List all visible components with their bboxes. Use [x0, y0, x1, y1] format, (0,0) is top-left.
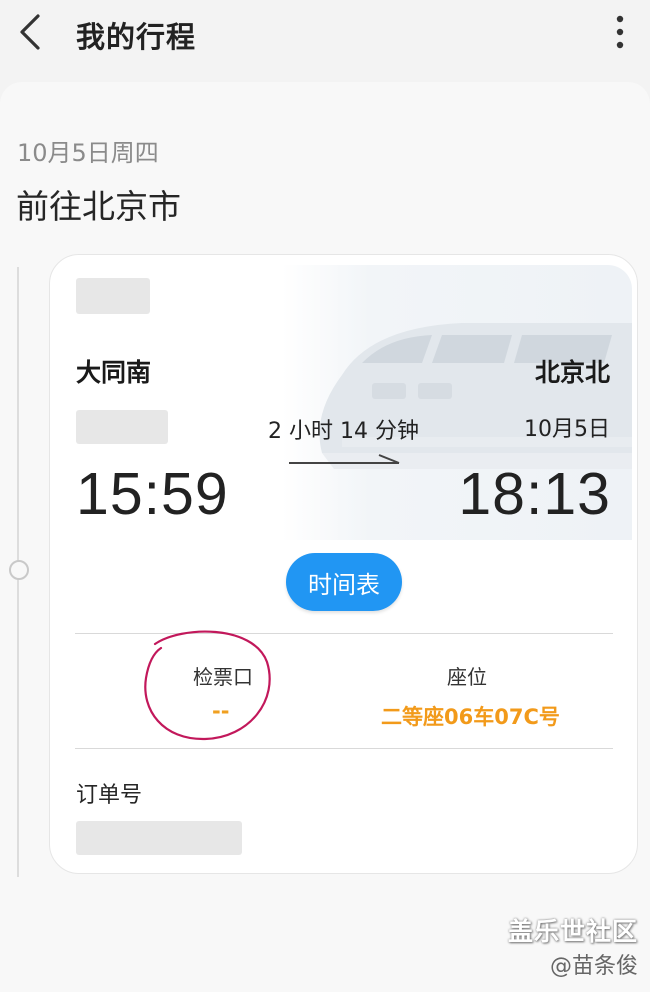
timeline-dot [9, 560, 29, 580]
seat-label: 座位 [447, 665, 487, 689]
seat-value: 二等座06车07C号 [381, 705, 560, 729]
departure-station: 大同南 [76, 358, 152, 387]
trip-date: 10月5日周四 [17, 139, 159, 167]
order-number-redacted [76, 821, 242, 855]
more-options-button[interactable] [600, 10, 640, 54]
more-vertical-icon [616, 15, 624, 49]
ticket-gate-value: -- [212, 699, 230, 723]
arrival-date: 10月5日 [524, 417, 610, 442]
timetable-button[interactable]: 时间表 [286, 553, 402, 611]
ticket-gate-label: 检票口 [193, 665, 253, 689]
top-bar: 我的行程 [0, 0, 650, 66]
trip-destination: 前往北京市 [16, 187, 181, 226]
trip-duration: 2 小时 14 分钟 [268, 419, 419, 444]
divider-bottom [75, 748, 613, 749]
arrow-right-icon [289, 454, 400, 464]
back-button[interactable] [10, 10, 50, 54]
train-number-redacted [76, 278, 150, 314]
order-number-label: 订单号 [76, 783, 143, 808]
watermark-author: @苗条俊 [549, 954, 638, 979]
app-screen: 我的行程 10月5日周四 前往北京市 大同南 北京北 2 小时 14 分钟 10… [0, 0, 650, 992]
watermark-brand: 盖乐世社区 [507, 917, 638, 946]
arrival-time: 18:13 [458, 461, 611, 527]
chevron-left-icon [20, 14, 40, 50]
depart-date-redacted [76, 410, 168, 444]
train-ticket-card[interactable]: 大同南 北京北 2 小时 14 分钟 10月5日 15:59 18:13 时间表… [49, 254, 638, 874]
page-title: 我的行程 [76, 20, 197, 54]
departure-time: 15:59 [76, 461, 229, 527]
arrival-station: 北京北 [534, 358, 610, 387]
